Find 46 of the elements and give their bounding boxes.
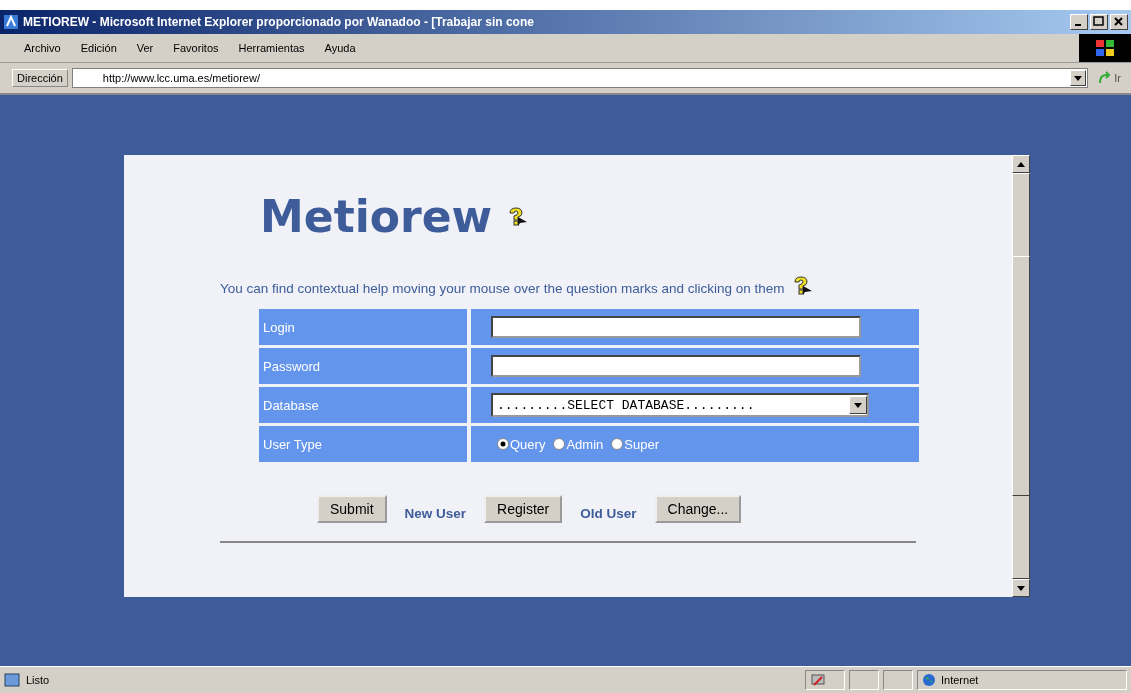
form-label: Database	[259, 387, 467, 423]
minimize-icon[interactable]	[1070, 14, 1088, 30]
form-button[interactable]: Submit	[317, 495, 387, 523]
form-button[interactable]: Register	[484, 495, 563, 523]
go-button[interactable]: Ir	[1092, 71, 1127, 85]
address-field[interactable]: http://www.lcc.uma.es/metiorew/	[71, 68, 1089, 88]
caret-icon[interactable]	[854, 402, 862, 408]
radio-button[interactable]	[611, 438, 624, 450]
help-icon[interactable]	[506, 206, 529, 227]
zone-text: Internet	[941, 674, 979, 686]
window-title: METIOREW - Microsoft Internet Explorer proporcionado por Wanadoo - [Trabajar sin cone	[23, 15, 535, 29]
form-label: User Type	[259, 426, 467, 462]
scroll-up-icon[interactable]	[1017, 161, 1025, 167]
radio-button[interactable]	[497, 438, 509, 450]
input-field[interactable]	[491, 355, 861, 377]
menu-item[interactable]: Archivo	[24, 40, 61, 56]
page-heading: Metiorew	[260, 191, 493, 242]
menu-item[interactable]: Favoritos	[173, 40, 219, 56]
dropdown-button[interactable]	[1070, 70, 1087, 86]
radio-button[interactable]	[553, 438, 566, 450]
link[interactable]: Old User	[580, 505, 637, 521]
menu-item[interactable]: Herramientas	[238, 40, 305, 56]
close-icon[interactable]	[1110, 14, 1128, 30]
menu-item[interactable]: Edición	[80, 40, 117, 56]
status-panel	[849, 670, 879, 690]
caret-icon[interactable]	[1074, 75, 1083, 81]
status-text: Listo	[26, 674, 50, 686]
link[interactable]: New User	[404, 505, 467, 521]
page-icon	[4, 673, 20, 687]
help-text: You can find contextual help moving your mouse over the question marks and clicking on them	[220, 281, 785, 296]
input-field[interactable]	[491, 316, 861, 338]
maximize-icon[interactable]	[1090, 14, 1108, 30]
scroll-down-icon[interactable]	[1017, 585, 1025, 591]
windows-logo	[1079, 34, 1131, 62]
form-label: Password	[259, 348, 467, 384]
status-panel	[883, 670, 913, 690]
menu-item[interactable]: Ayuda	[324, 40, 356, 56]
scrollbar[interactable]	[1012, 155, 1030, 597]
network-icon	[810, 673, 826, 687]
menu-item[interactable]: Ver	[136, 40, 154, 56]
database-dropdown[interactable]: .........SELECT DATABASE.........	[491, 393, 869, 417]
form-button[interactable]: Change...	[654, 495, 742, 523]
browser-icon	[3, 14, 19, 30]
form-label: Login	[259, 309, 467, 345]
address-label: Dirección	[12, 69, 68, 87]
globe-icon	[922, 673, 936, 687]
